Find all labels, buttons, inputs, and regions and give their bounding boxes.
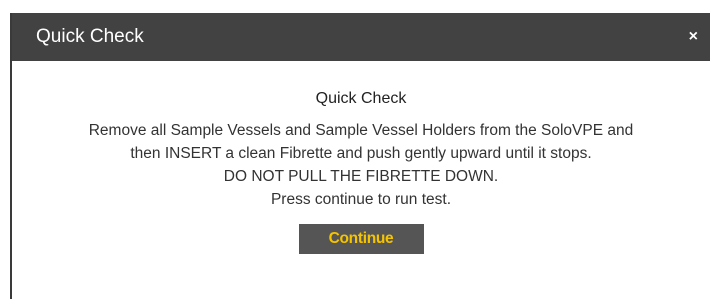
dialog-titlebar: Quick Check × [12, 13, 710, 61]
instruction-text: Remove all Sample Vessels and Sample Ves… [12, 119, 710, 211]
dialog-heading: Quick Check [315, 90, 407, 107]
instruction-line: then INSERT a clean Fibrette and push ge… [130, 145, 592, 162]
instruction-line: DO NOT PULL THE FIBRETTE DOWN. [223, 168, 499, 185]
quick-check-dialog: Quick Check × Quick Check Remove all Sam… [10, 13, 710, 299]
instruction-line: Remove all Sample Vessels and Sample Ves… [88, 122, 634, 139]
close-icon[interactable]: × [689, 27, 698, 47]
instruction-line: Press continue to run test. [270, 191, 452, 208]
dialog-body: Quick Check Remove all Sample Vessels an… [12, 61, 710, 254]
dialog-title: Quick Check [36, 26, 144, 47]
continue-button[interactable]: Continue [298, 224, 424, 254]
